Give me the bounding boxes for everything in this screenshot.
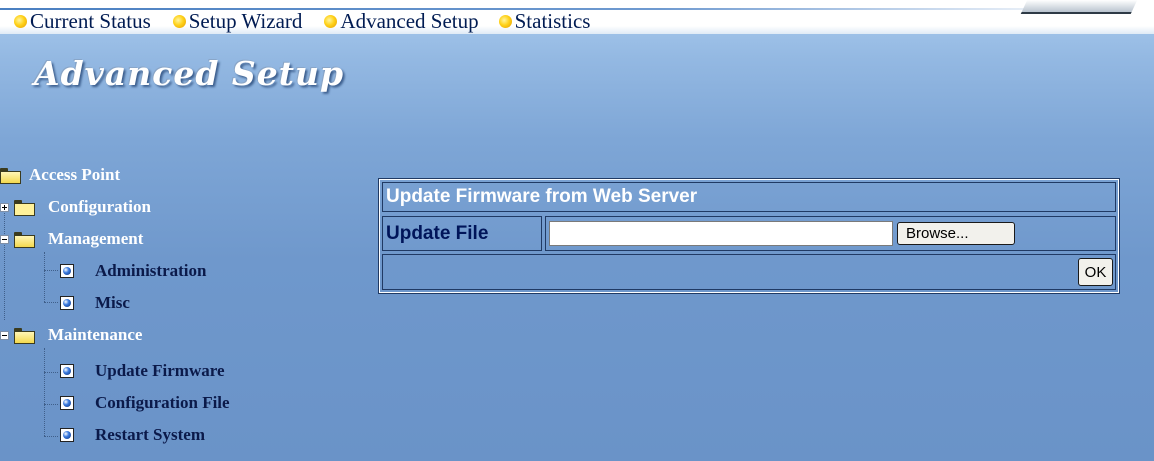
nav-label: Setup Wizard — [188, 9, 303, 33]
nav-label: Advanced Setup — [340, 9, 479, 33]
collapse-minus-icon[interactable] — [0, 330, 9, 340]
page-icon — [60, 296, 74, 310]
tree-item-misc[interactable]: Misc — [60, 288, 130, 318]
folder-open-icon — [14, 328, 35, 344]
nav-current-status[interactable]: Current Status — [14, 9, 151, 34]
tree-connector — [44, 302, 58, 303]
tree-item-label: Restart System — [95, 425, 205, 444]
tree-item-configuration-file[interactable]: Configuration File — [60, 388, 230, 418]
update-firmware-panel: Update Firmware from Web Server Update F… — [378, 178, 1120, 294]
tree-item-administration[interactable]: Administration — [60, 256, 206, 286]
expand-plus-icon[interactable] — [0, 202, 9, 212]
tree-node-label: Access Point — [29, 165, 121, 184]
page-icon — [60, 428, 74, 442]
page-icon — [60, 396, 74, 410]
tree-item-label: Misc — [95, 293, 130, 312]
orange-bullet-icon — [324, 15, 338, 28]
nav-setup-wizard[interactable]: Setup Wizard — [172, 9, 303, 34]
device-graphic — [1020, 0, 1138, 14]
tree-node-management[interactable]: Management — [0, 224, 143, 254]
page-icon — [60, 364, 74, 378]
nav-advanced-setup[interactable]: Advanced Setup — [324, 9, 479, 34]
tree-connector — [44, 436, 58, 437]
nav-label: Current Status — [30, 9, 151, 33]
folder-open-icon — [0, 168, 21, 184]
tree-node-maintenance[interactable]: Maintenance — [0, 320, 142, 350]
browse-button[interactable]: Browse... — [897, 222, 1015, 245]
tree-item-update-firmware[interactable]: Update Firmware — [60, 356, 225, 386]
tree-connector — [44, 252, 45, 302]
panel-heading: Update Firmware from Web Server — [382, 182, 1116, 212]
orange-bullet-icon — [14, 15, 27, 28]
nav-label: Statistics — [514, 9, 591, 33]
folder-open-icon — [14, 232, 35, 248]
page-icon — [60, 264, 74, 278]
tree-node-access-point[interactable]: Access Point — [0, 160, 120, 190]
nav-statistics[interactable]: Statistics — [498, 9, 591, 34]
orange-bullet-icon — [498, 15, 512, 28]
folder-closed-icon — [14, 200, 35, 216]
update-file-label: Update File — [382, 216, 542, 251]
tree-node-label: Management — [48, 229, 144, 248]
tree-node-configuration[interactable]: Configuration — [0, 192, 151, 222]
ok-button[interactable]: OK — [1078, 258, 1113, 286]
tree-connector — [44, 372, 58, 373]
tree-item-label: Update Firmware — [95, 361, 225, 380]
top-nav: Current Status Setup Wizard Advanced Set… — [14, 9, 612, 34]
tree-node-label: Configuration — [48, 197, 151, 216]
update-file-input[interactable] — [549, 221, 893, 246]
tree-item-label: Configuration File — [95, 393, 230, 412]
panel-footer: OK — [382, 254, 1116, 290]
tree-connector — [44, 270, 58, 271]
page: Current Status Setup Wizard Advanced Set… — [0, 0, 1154, 461]
tree-connector — [44, 348, 45, 436]
tree-item-label: Administration — [95, 261, 207, 280]
tree-connector — [44, 404, 58, 405]
tree-node-label: Maintenance — [48, 325, 143, 344]
tree-item-restart-system[interactable]: Restart System — [60, 420, 205, 450]
collapse-minus-icon[interactable] — [0, 234, 9, 244]
page-title: Advanced Setup — [34, 54, 345, 93]
update-file-cell: Browse... — [545, 216, 1116, 251]
orange-bullet-icon — [172, 15, 186, 28]
